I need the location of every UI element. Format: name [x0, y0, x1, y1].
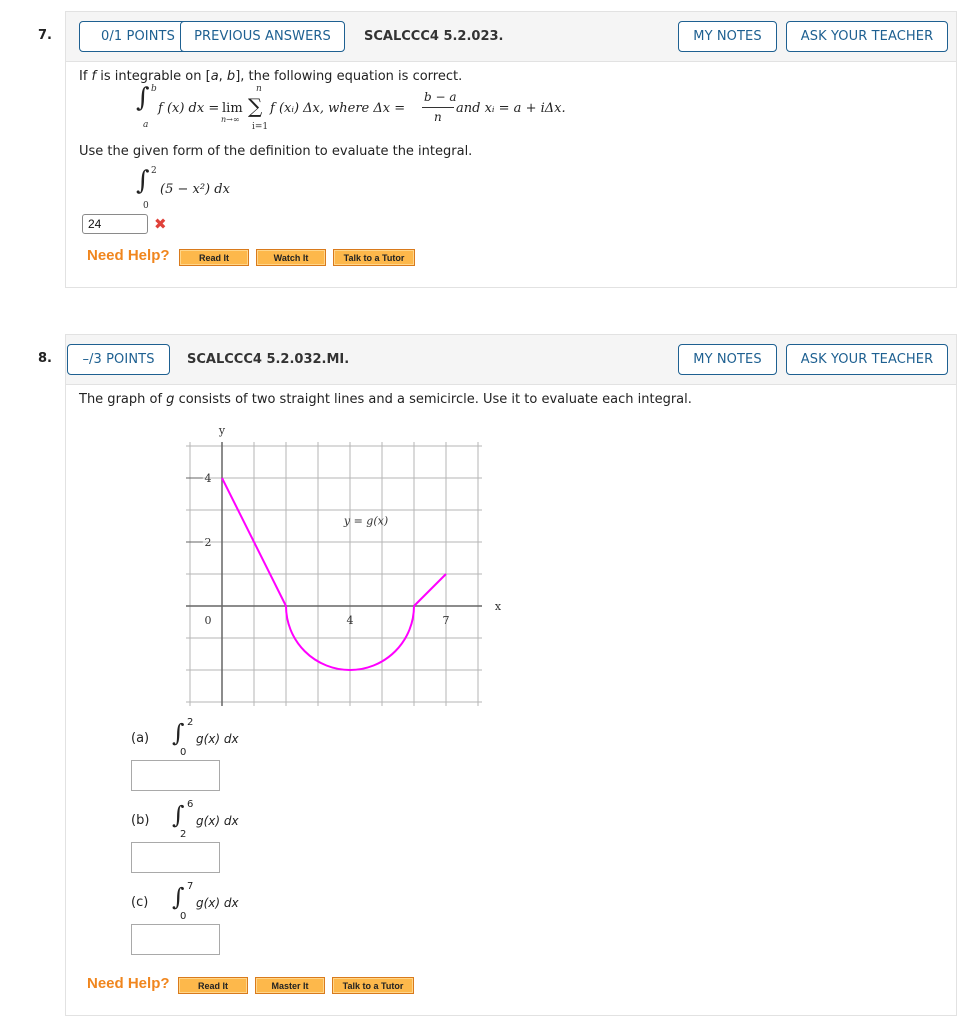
- tick-labels: y x 4 2 0 4 7 y = g(x): [205, 424, 502, 627]
- integral-upper-limit: 7: [187, 881, 194, 892]
- prompt-text: The graph of g consists of two straight …: [79, 392, 692, 407]
- question-code: SCALCCC4 5.2.032.MI.: [187, 352, 350, 367]
- question-number: 8.: [38, 351, 52, 366]
- integral-upper-limit: 6: [187, 799, 194, 810]
- integral-body: g(x) dx: [196, 896, 239, 910]
- master-it-button[interactable]: Master It: [255, 977, 325, 994]
- sum-lower-limit: i=1: [252, 122, 269, 132]
- x-tick-label: 4: [347, 614, 354, 627]
- need-help-label: Need Help?: [87, 975, 170, 992]
- talk-to-tutor-button[interactable]: Talk to a Tutor: [333, 249, 415, 266]
- integral-upper-limit: 2: [187, 717, 194, 728]
- definition-formula: ∫ b a f (x) dx = lim n→∞ ∑ n i=1 f (xᵢ) …: [66, 62, 958, 142]
- prompt-text-part: The graph of: [79, 392, 167, 407]
- integral-upper-limit: b: [151, 84, 157, 94]
- fraction-bar: [422, 107, 454, 108]
- question-header: 0/1 POINTS PREVIOUS ANSWERS SCALCCC4 5.2…: [65, 11, 957, 62]
- target-integral: ∫ 2 0 (5 − x²) dx: [66, 157, 366, 212]
- question-code: SCALCCC4 5.2.023.: [364, 29, 504, 44]
- integral-lower-limit: 0: [180, 911, 187, 922]
- fraction-numerator: b − a: [424, 90, 457, 104]
- definition-tail-text: and xᵢ = a + iΔx.: [456, 101, 566, 116]
- talk-to-tutor-button[interactable]: Talk to a Tutor: [332, 977, 414, 994]
- integral-lower-limit: 2: [180, 829, 187, 840]
- integral-body: g(x) dx: [196, 814, 239, 828]
- x-mark-icon: ✖: [154, 215, 167, 233]
- integral-upper-limit: 2: [151, 166, 157, 176]
- integral-sign-icon: ∫: [172, 883, 185, 911]
- fraction-denominator: n: [434, 110, 442, 124]
- integral-sign-icon: ∫: [172, 719, 185, 747]
- need-help-label: Need Help?: [87, 247, 170, 264]
- integral-sign-icon: ∫: [136, 166, 150, 196]
- integral-sign-icon: ∫: [136, 83, 150, 113]
- x-tick-label: 7: [443, 614, 450, 627]
- lim-text: lim: [222, 101, 243, 116]
- sum-body-text: f (xᵢ) Δx, where Δx =: [270, 101, 406, 116]
- graph-of-g: y x 4 2 0 4 7 y = g(x): [186, 424, 502, 706]
- ask-your-teacher-button[interactable]: ASK YOUR TEACHER: [786, 344, 948, 375]
- x-tick-label: 0: [205, 614, 212, 627]
- answer-input[interactable]: [131, 760, 220, 791]
- ask-your-teacher-button[interactable]: ASK YOUR TEACHER: [786, 21, 948, 52]
- previous-answers-button[interactable]: PREVIOUS ANSWERS: [180, 21, 345, 52]
- lim-subscript: n→∞: [221, 115, 240, 124]
- y-tick-label: 2: [205, 536, 212, 549]
- part-label: (b): [131, 813, 150, 828]
- integral-sign-icon: ∫: [172, 801, 185, 829]
- integrand-text: f (x) dx =: [158, 101, 220, 116]
- prompt-text-part: consists of two straight lines and a sem…: [174, 392, 692, 407]
- read-it-button[interactable]: Read It: [178, 977, 248, 994]
- answer-input[interactable]: [131, 842, 220, 873]
- part-label: (c): [131, 895, 149, 910]
- question-number: 7.: [38, 28, 52, 43]
- answer-input[interactable]: [131, 924, 220, 955]
- integral-lower-limit: 0: [143, 201, 149, 211]
- summation-icon: ∑: [248, 94, 263, 118]
- y-axis-label: y: [218, 424, 226, 437]
- watch-it-button[interactable]: Watch It: [256, 249, 326, 266]
- curve-label: y = g(x): [343, 514, 388, 527]
- grid-lines: [186, 442, 482, 706]
- x-axis-label: x: [495, 600, 502, 613]
- points-button[interactable]: –/3 POINTS: [67, 344, 170, 375]
- curve-line-segment: [413, 573, 447, 607]
- my-notes-button[interactable]: MY NOTES: [678, 21, 777, 52]
- integral-body: g(x) dx: [196, 732, 239, 746]
- y-tick-label: 4: [205, 472, 212, 485]
- question-body: If f is integrable on [a, b], the follow…: [65, 62, 957, 288]
- integral-lower-limit: a: [143, 120, 149, 130]
- read-it-button[interactable]: Read It: [179, 249, 249, 266]
- integral-lower-limit: 0: [180, 747, 187, 758]
- part-label: (a): [131, 731, 150, 746]
- my-notes-button[interactable]: MY NOTES: [678, 344, 777, 375]
- sum-upper-limit: n: [256, 84, 262, 94]
- integral-body: (5 − x²) dx: [160, 182, 230, 197]
- answer-input[interactable]: [82, 214, 148, 234]
- question-header: –/3 POINTS SCALCCC4 5.2.032.MI. MY NOTES…: [65, 334, 957, 385]
